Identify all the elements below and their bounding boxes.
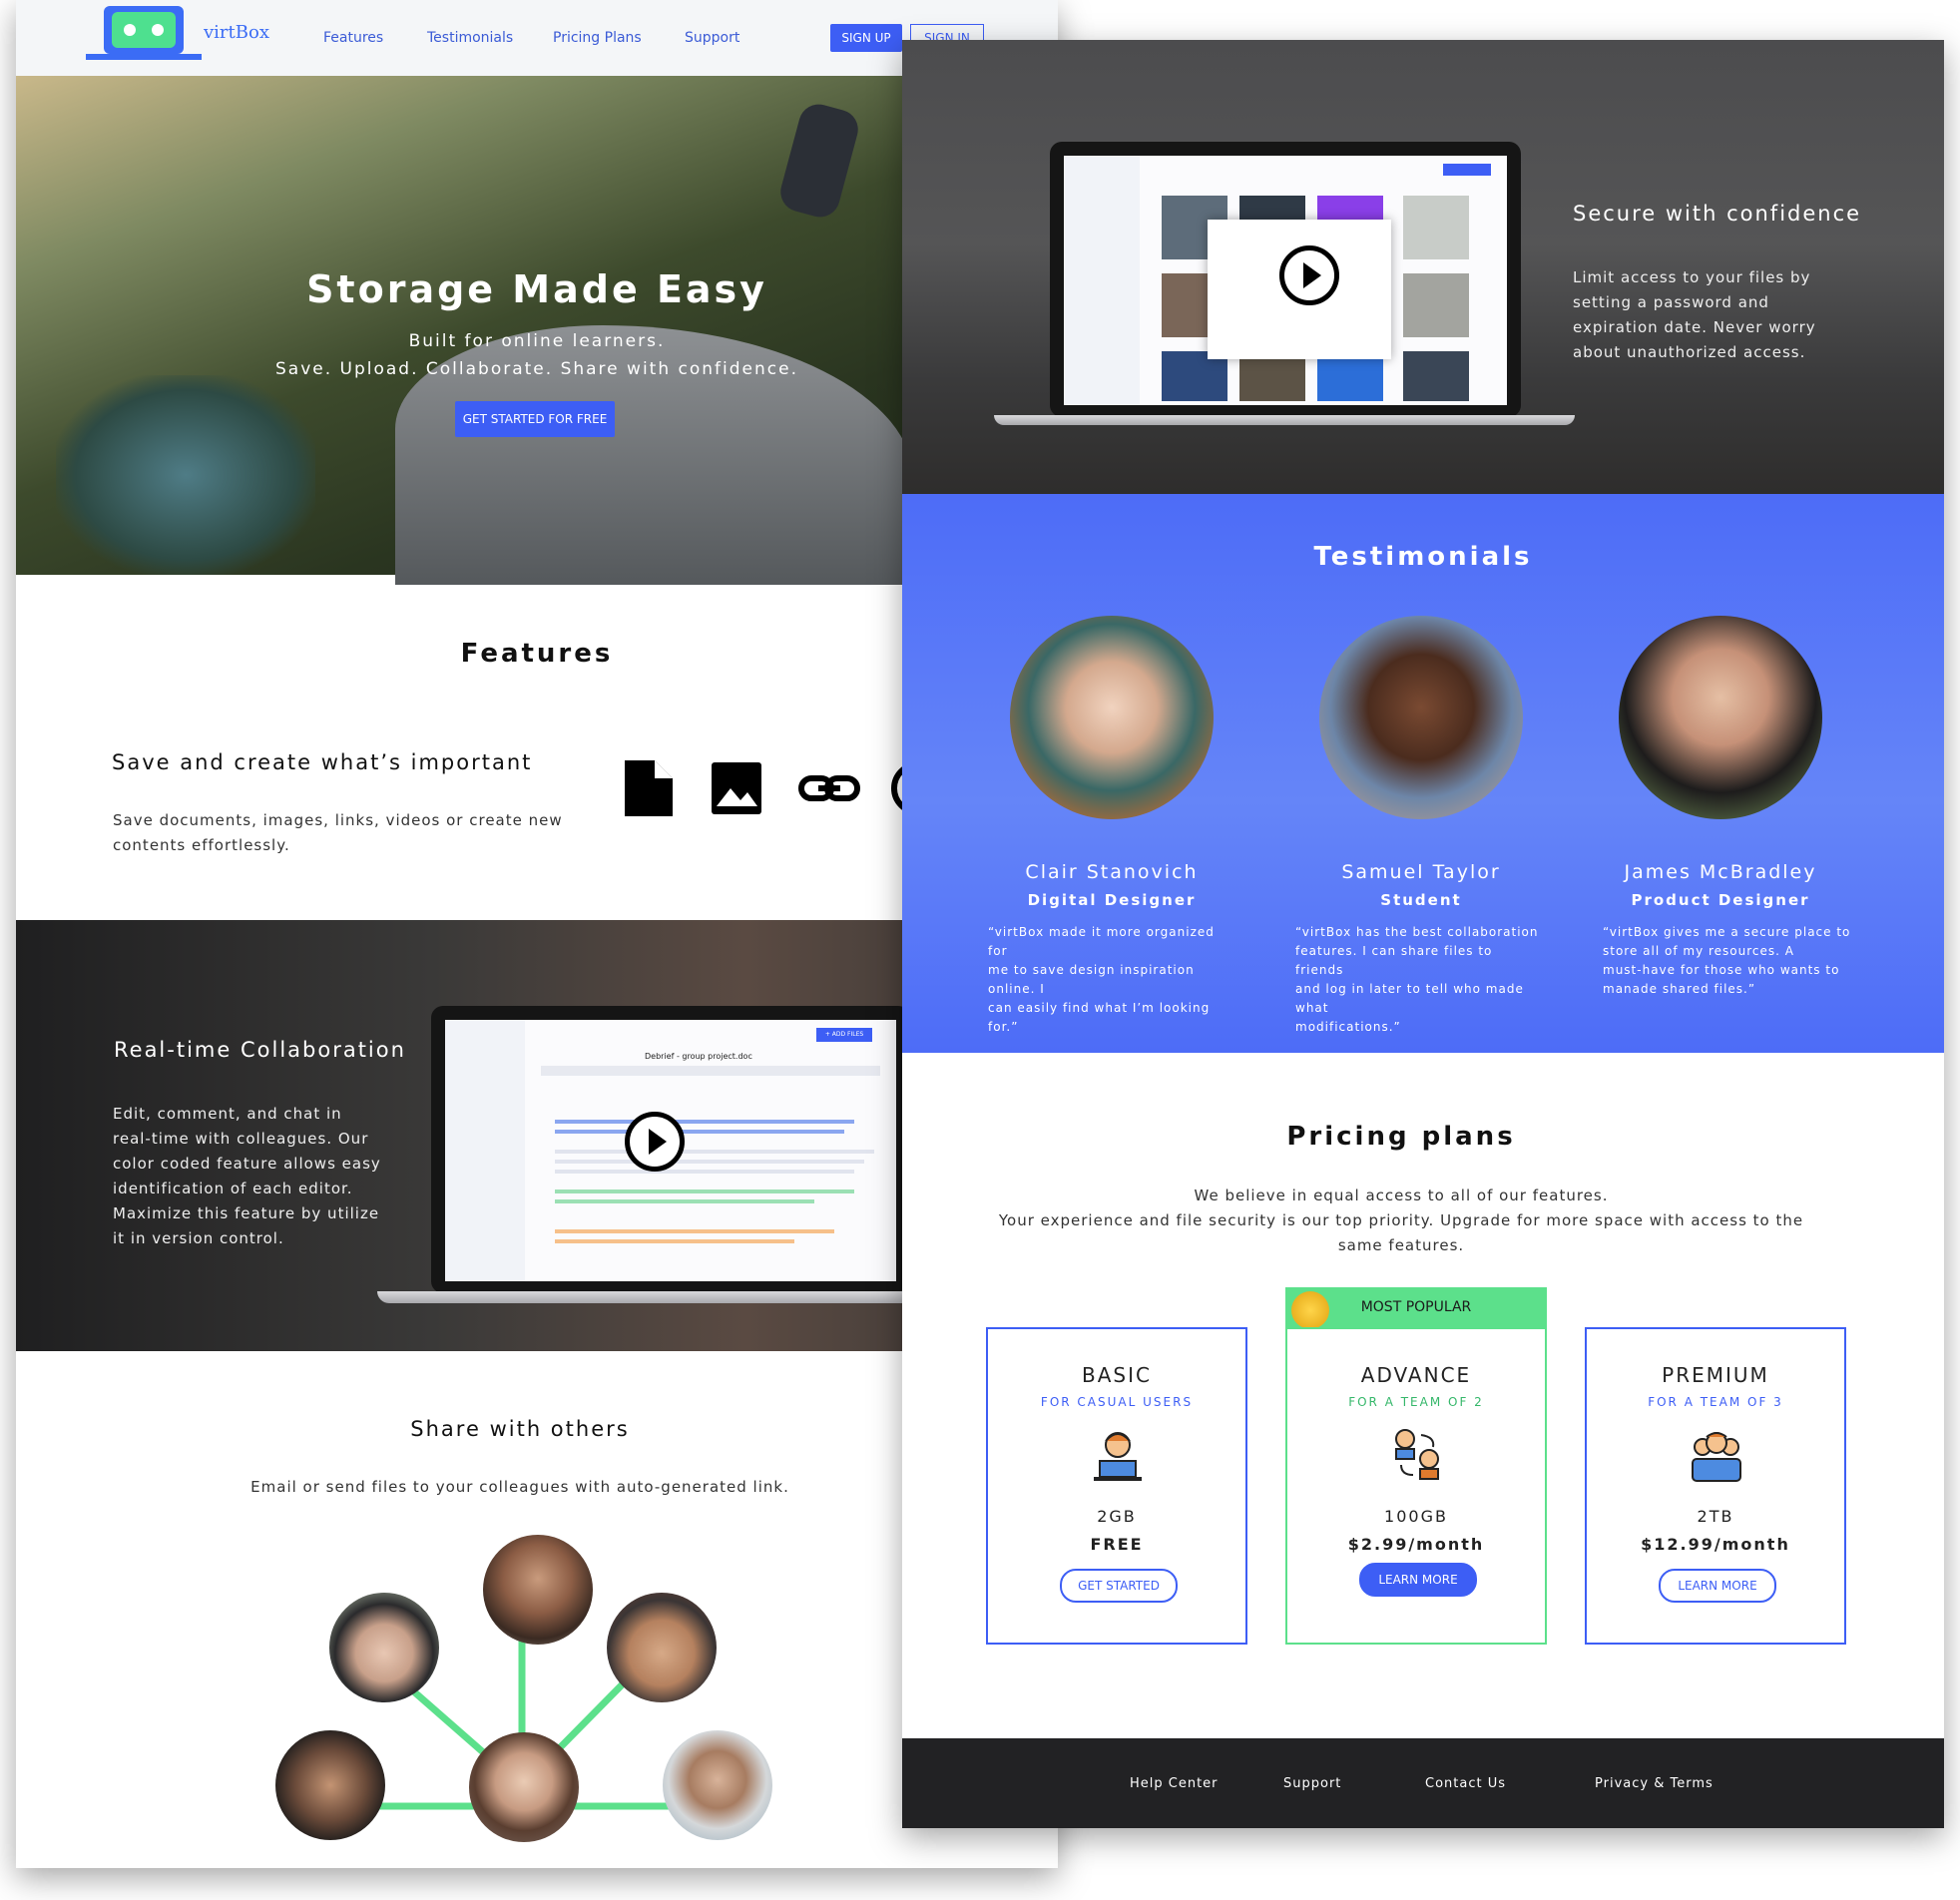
brand-name[interactable]: virtBox: [204, 22, 269, 43]
single-user-icon: [1094, 1432, 1142, 1481]
testimonial-name-3: James McBradley: [1624, 861, 1817, 883]
get-started-free-button[interactable]: GET STARTED FOR FREE: [455, 401, 615, 437]
testimonial-role-1: Digital Designer: [1027, 891, 1197, 909]
testimonial-name-2: Samuel Taylor: [1341, 861, 1501, 883]
collaboration-title: Real-time Collaboration: [114, 1038, 406, 1062]
plan-audience: FOR A TEAM OF 2: [1348, 1395, 1484, 1409]
collaboration-text-2: real-time with colleagues. Our: [113, 1130, 369, 1148]
link-icon: [798, 775, 860, 801]
team-icon: [1692, 1432, 1741, 1482]
document-title: Debrief - group project.doc: [645, 1052, 752, 1061]
plan-audience: FOR A TEAM OF 3: [1648, 1395, 1783, 1409]
secure-video-play-icon[interactable]: [1279, 245, 1339, 305]
collaboration-video-play-icon[interactable]: [625, 1112, 685, 1172]
pricing-intro-1: We believe in equal access to all of our…: [1194, 1187, 1609, 1204]
shared-user-avatar-top: [483, 1535, 593, 1645]
save-feature-title: Save and create what’s important: [112, 750, 533, 774]
footer-link-privacy-terms[interactable]: Privacy & Terms: [1595, 1776, 1714, 1791]
testimonial-quote-2: “virtBox has the best collaboration feat…: [1295, 925, 1539, 1034]
pricing-heading: Pricing plans: [1286, 1122, 1516, 1152]
testimonial-role-2: Student: [1380, 891, 1462, 909]
plan-name: BASIC: [1082, 1363, 1152, 1387]
share-title: Share with others: [410, 1417, 630, 1441]
pricing-intro-2: Your experience and file security is our…: [998, 1211, 1804, 1229]
pricing-card-basic: BASIC FOR CASUAL USERS 2GB FREE GET STAR…: [986, 1327, 1247, 1645]
footer-link-contact[interactable]: Contact Us: [1425, 1776, 1506, 1791]
samuel-avatar: [1319, 616, 1523, 819]
nav-link-testimonials[interactable]: Testimonials: [427, 30, 513, 46]
image-icon: [712, 762, 761, 814]
footer-link-support[interactable]: Support: [1283, 1776, 1341, 1791]
plan-name: PREMIUM: [1662, 1363, 1769, 1387]
learn-more-button-advance[interactable]: LEARN MORE: [1359, 1563, 1477, 1597]
sign-up-button[interactable]: SIGN UP: [830, 24, 902, 52]
logo-base: [86, 54, 202, 60]
secure-title: Secure with confidence: [1573, 202, 1862, 226]
add-files-button-secure[interactable]: [1443, 164, 1491, 176]
nav-link-features[interactable]: Features: [323, 30, 383, 46]
footer-link-help-center[interactable]: Help Center: [1130, 1776, 1219, 1791]
nav-link-support[interactable]: Support: [685, 30, 739, 46]
testimonial-name-1: Clair Stanovich: [1025, 861, 1199, 883]
shared-user-avatar-right: [607, 1593, 717, 1702]
pricing-card-advance: ADVANCE FOR A TEAM OF 2 100GB $2.99/mont…: [1285, 1327, 1547, 1645]
plan-storage: 100GB: [1384, 1507, 1448, 1526]
testimonial-quote-1: “virtBox made it more organized for me t…: [988, 925, 1215, 1034]
logo-icon[interactable]: [104, 6, 184, 54]
save-feature-text-2: contents effortlessly.: [113, 836, 290, 854]
get-started-button[interactable]: GET STARTED: [1060, 1569, 1178, 1603]
medal-icon: [1291, 1291, 1329, 1329]
testimonials-heading: Testimonials: [1313, 542, 1533, 572]
plan-audience: FOR CASUAL USERS: [1040, 1395, 1194, 1409]
collaboration-text-1: Edit, comment, and chat in: [113, 1105, 342, 1123]
save-feature-text-1: Save documents, images, links, videos or…: [113, 811, 563, 829]
pricing-intro-3: same features.: [1337, 1236, 1465, 1254]
shared-user-avatar-bottom-right: [663, 1730, 772, 1840]
collaboration-laptop: + ADD FILES Debrief - group project.doc: [431, 1006, 910, 1293]
shared-user-avatar-center: [469, 1732, 579, 1842]
testimonial-quote-3: “virtBox gives me a secure place to stor…: [1603, 925, 1851, 996]
collaboration-text-6: it in version control.: [113, 1229, 284, 1247]
hero-river-image: [56, 375, 315, 575]
secure-text: Limit access to your files by setting a …: [1573, 268, 1816, 361]
plan-storage: 2GB: [1097, 1507, 1137, 1526]
two-users-icon: [1395, 1429, 1439, 1480]
plan-storage: 2TB: [1697, 1507, 1734, 1526]
landing-page-right: Secure with confidence Limit access to y…: [902, 40, 1944, 1828]
clair-avatar: [1010, 616, 1214, 819]
document-icon: [625, 760, 673, 816]
hero-jumping-person-image: [775, 100, 863, 222]
shared-user-avatar-left: [329, 1593, 439, 1702]
testimonials-section: Testimonials Clair Stanovich Digital Des…: [902, 494, 1944, 1053]
secure-section: Secure with confidence Limit access to y…: [902, 40, 1944, 494]
footer: Help Center Support Contact Us Privacy &…: [902, 1738, 1944, 1828]
plan-price: $2.99/month: [1347, 1535, 1485, 1554]
collaboration-text-5: Maximize this feature by utilize: [113, 1204, 380, 1222]
collaboration-text-4: identification of each editor.: [113, 1180, 353, 1197]
collaboration-text-3: color coded feature allows easy: [113, 1155, 381, 1173]
shared-user-avatar-bottom-left: [275, 1730, 385, 1840]
learn-more-button-premium[interactable]: LEARN MORE: [1659, 1569, 1776, 1603]
secure-laptop: [1050, 142, 1521, 417]
nav-link-pricing[interactable]: Pricing Plans: [553, 30, 642, 46]
plan-price: FREE: [1090, 1535, 1144, 1554]
james-avatar: [1619, 616, 1822, 819]
add-files-button[interactable]: + ADD FILES: [816, 1028, 872, 1042]
testimonial-role-3: Product Designer: [1631, 891, 1810, 909]
plan-price: $12.99/month: [1641, 1535, 1790, 1554]
pricing-card-premium: PREMIUM FOR A TEAM OF 3 2TB $12.99/month…: [1585, 1327, 1846, 1645]
plan-name: ADVANCE: [1360, 1363, 1472, 1387]
